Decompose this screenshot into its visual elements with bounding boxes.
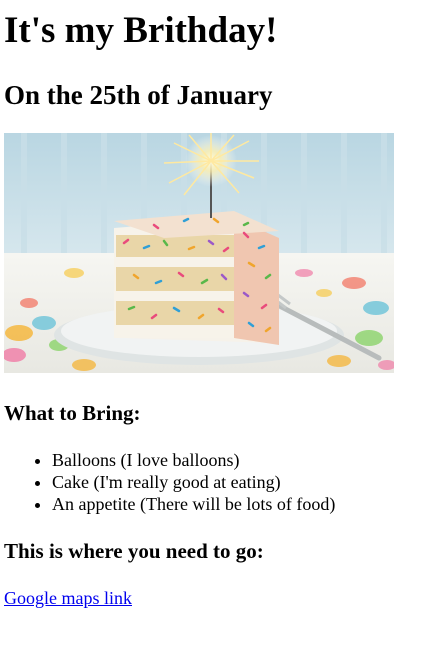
list-item: Balloons (I love balloons) [52, 449, 427, 471]
directions-heading: This is where you need to go: [4, 539, 264, 563]
what-to-bring-heading: What to Bring: [4, 401, 141, 425]
list-item: Cake (I'm really good at eating) [52, 471, 427, 493]
bring-list: Balloons (I love balloons) Cake (I'm rea… [4, 449, 427, 515]
page-title: It's my Brithday! [4, 10, 278, 51]
event-date-subtitle: On the 25th of January [4, 80, 273, 110]
birthday-cake-image [4, 133, 394, 373]
google-maps-link[interactable]: Google maps link [4, 587, 132, 609]
list-item: An appetite (There will be lots of food) [52, 493, 427, 515]
page: It's my Brithday! On the 25th of January [0, 9, 435, 609]
